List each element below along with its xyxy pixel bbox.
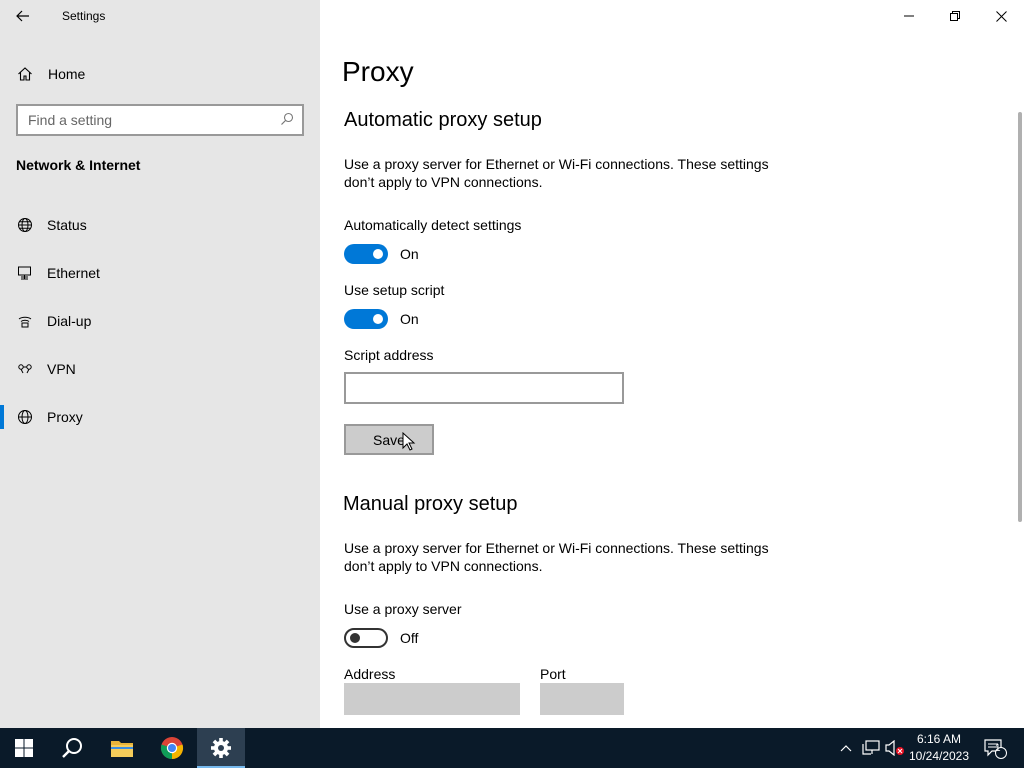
search-icon bbox=[281, 112, 294, 125]
globe-network-icon bbox=[16, 216, 34, 234]
volume-muted-icon bbox=[885, 740, 904, 756]
notification-count: 1 bbox=[995, 743, 1001, 754]
folder-icon bbox=[111, 741, 133, 757]
window-controls bbox=[886, 0, 1024, 32]
action-center-button[interactable]: 1 bbox=[980, 728, 1010, 768]
home-nav-item[interactable]: Home bbox=[0, 56, 320, 92]
settings-taskbar-button[interactable] bbox=[197, 728, 245, 768]
setup-script-label: Use setup script bbox=[344, 282, 445, 298]
back-button[interactable] bbox=[0, 0, 46, 32]
navigation-pane: Settings Home Find a setting Network & I… bbox=[0, 0, 320, 728]
detect-settings-state: On bbox=[400, 246, 419, 262]
restore-icon bbox=[950, 11, 960, 21]
search-taskbar-button[interactable] bbox=[48, 728, 96, 768]
search-placeholder: Find a setting bbox=[28, 112, 113, 128]
manual-proxy-description: Use a proxy server for Ethernet or Wi-Fi… bbox=[344, 540, 769, 574]
detect-settings-label: Automatically detect settings bbox=[344, 217, 522, 233]
search-icon bbox=[62, 738, 82, 758]
proxy-address-input[interactable] bbox=[344, 683, 520, 715]
mouse-cursor-icon bbox=[402, 432, 416, 451]
search-input[interactable]: Find a setting bbox=[16, 104, 304, 136]
manual-proxy-heading: Manual proxy setup bbox=[343, 493, 518, 515]
sidebar-item-label: Dial-up bbox=[47, 313, 92, 329]
back-arrow-icon bbox=[16, 10, 29, 22]
save-button[interactable]: Save bbox=[344, 424, 434, 455]
chrome-icon bbox=[160, 737, 184, 760]
script-address-input[interactable] bbox=[344, 372, 624, 404]
proxy-port-input[interactable] bbox=[540, 683, 624, 715]
sidebar-item-ethernet[interactable]: Ethernet bbox=[0, 253, 320, 293]
clock[interactable]: 6:16 AM 10/24/2023 bbox=[904, 731, 974, 765]
automatic-proxy-heading: Automatic proxy setup bbox=[344, 109, 542, 131]
volume-tray-button[interactable] bbox=[884, 728, 906, 768]
setup-script-state: On bbox=[400, 311, 419, 327]
home-icon bbox=[16, 65, 34, 83]
save-button-label: Save bbox=[373, 431, 405, 448]
start-button[interactable] bbox=[0, 728, 48, 768]
minimize-icon bbox=[904, 15, 914, 17]
app-title: Settings bbox=[62, 9, 106, 23]
detect-settings-row: On bbox=[344, 244, 419, 264]
minimize-button[interactable] bbox=[886, 0, 932, 32]
scrollbar[interactable] bbox=[1018, 112, 1022, 522]
gear-icon bbox=[211, 738, 231, 758]
file-explorer-button[interactable] bbox=[98, 728, 146, 768]
close-button[interactable] bbox=[978, 0, 1024, 32]
use-proxy-row: Off bbox=[344, 628, 418, 648]
restore-button[interactable] bbox=[932, 0, 978, 32]
vpn-icon bbox=[16, 360, 34, 378]
sidebar-item-label: Status bbox=[47, 217, 87, 233]
sidebar-item-vpn[interactable]: VPN bbox=[0, 349, 320, 389]
globe-icon bbox=[16, 408, 34, 426]
automatic-proxy-description: Use a proxy server for Ethernet or Wi-Fi… bbox=[344, 156, 769, 190]
sidebar-item-label: Proxy bbox=[47, 409, 83, 425]
page-title: Proxy bbox=[342, 56, 414, 87]
network-tray-icon-button[interactable] bbox=[860, 728, 882, 768]
windows-logo-icon bbox=[15, 739, 33, 757]
use-proxy-toggle[interactable] bbox=[344, 628, 388, 648]
use-proxy-label: Use a proxy server bbox=[344, 601, 462, 617]
show-hidden-icons-button[interactable] bbox=[836, 728, 856, 768]
clock-time: 6:16 AM bbox=[916, 732, 962, 746]
sidebar-item-proxy[interactable]: Proxy bbox=[0, 397, 320, 437]
section-title: Network & Internet bbox=[16, 157, 141, 173]
home-label: Home bbox=[48, 66, 86, 82]
script-address-label: Script address bbox=[344, 347, 434, 363]
close-icon bbox=[995, 10, 1007, 22]
chevron-up-icon bbox=[840, 745, 852, 752]
detect-settings-toggle[interactable] bbox=[344, 244, 388, 264]
clock-date: 10/24/2023 bbox=[908, 749, 970, 763]
network-icon bbox=[862, 740, 880, 755]
use-proxy-state: Off bbox=[400, 630, 419, 646]
sidebar-item-label: VPN bbox=[47, 361, 76, 377]
port-label: Port bbox=[540, 666, 566, 682]
chrome-button[interactable] bbox=[148, 728, 196, 768]
sidebar-item-status[interactable]: Status bbox=[0, 205, 320, 245]
taskbar: 6:16 AM 10/24/2023 1 bbox=[0, 728, 1024, 768]
setup-script-toggle[interactable] bbox=[344, 309, 388, 329]
sidebar-item-dialup[interactable]: Dial-up bbox=[0, 301, 320, 341]
ethernet-icon bbox=[16, 264, 34, 282]
sidebar-item-label: Ethernet bbox=[47, 265, 100, 281]
title-bar: Settings bbox=[0, 0, 320, 32]
setup-script-row: On bbox=[344, 309, 419, 329]
address-label: Address bbox=[344, 666, 396, 682]
dialup-icon bbox=[16, 312, 34, 330]
